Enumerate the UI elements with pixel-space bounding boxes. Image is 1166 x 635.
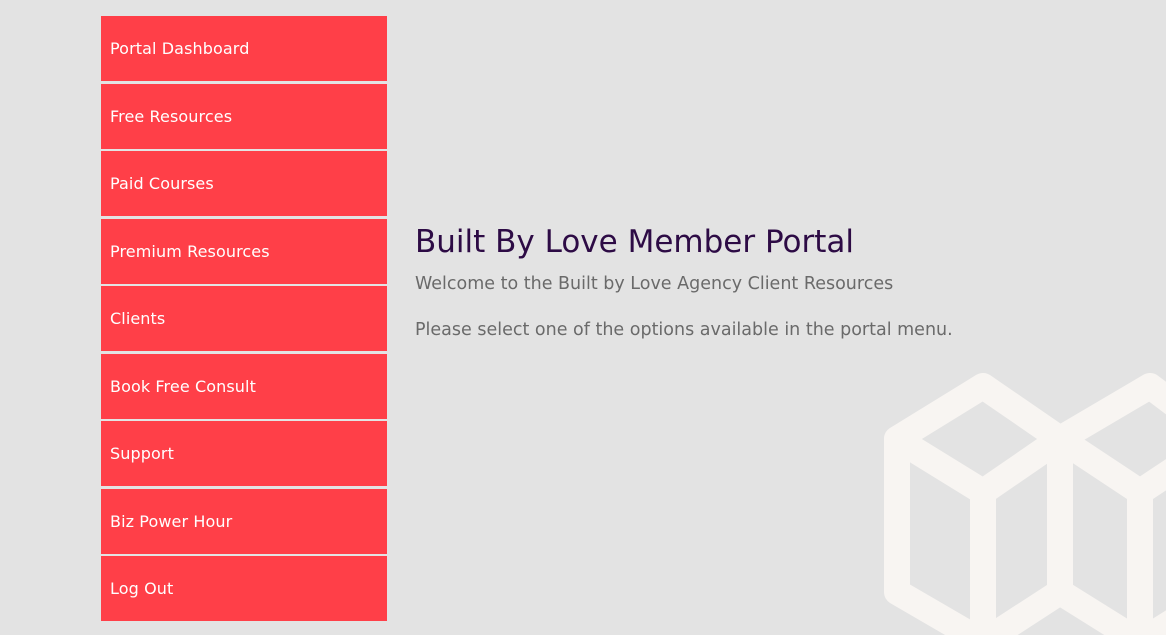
menu-item-premium-resources[interactable]: Premium Resources bbox=[101, 218, 387, 284]
menu-item-clients[interactable]: Clients bbox=[101, 286, 387, 351]
main-content: Built By Love Member Portal Welcome to t… bbox=[415, 222, 975, 342]
cube-logo-icon bbox=[884, 373, 1166, 635]
menu-item-biz-power-hour[interactable]: Biz Power Hour bbox=[101, 488, 387, 554]
page-title: Built By Love Member Portal bbox=[415, 224, 855, 260]
menu-item-support[interactable]: Support bbox=[101, 421, 387, 486]
menu-item-free-resources[interactable]: Free Resources bbox=[101, 83, 387, 149]
menu-item-book-free-consult[interactable]: Book Free Consult bbox=[101, 353, 387, 419]
menu-item-paid-courses[interactable]: Paid Courses bbox=[101, 151, 387, 216]
menu-item-portal-dashboard[interactable]: Portal Dashboard bbox=[101, 16, 387, 81]
menu-item-log-out[interactable]: Log Out bbox=[101, 556, 387, 621]
instruction-text: Please select one of the options availab… bbox=[415, 320, 953, 340]
welcome-text: Welcome to the Built by Love Agency Clie… bbox=[415, 274, 894, 294]
portal-menu: Portal Dashboard Free Resources Paid Cou… bbox=[101, 16, 387, 621]
